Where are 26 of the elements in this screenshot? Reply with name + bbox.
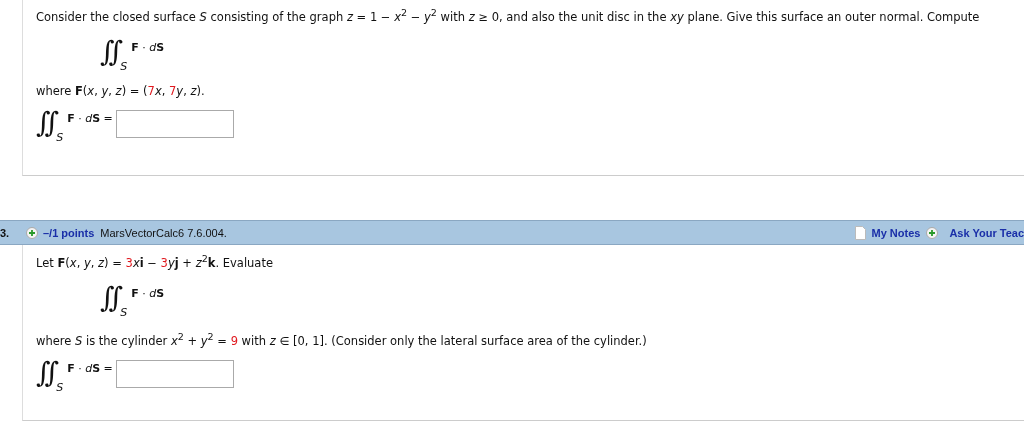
integrand: F · dS xyxy=(131,40,165,54)
plus-icon[interactable] xyxy=(26,226,38,239)
integral-sign: ∫∫ xyxy=(36,354,55,391)
plus-icon[interactable] xyxy=(926,226,939,239)
question-text: Consider the closed surface S consisting of the graph z = 1 − x$^{2}$ − y$^{2}$ with z ≥ 0, and also the unit disc in the xy plane. Give this surface an outer normal. Compute xyxy=(36,6,981,25)
points-link[interactable]: –/1 points xyxy=(43,226,95,239)
integral-sign: ∫∫ xyxy=(100,33,119,70)
integral-domain: S xyxy=(120,59,128,73)
answer-field[interactable] xyxy=(115,109,234,138)
ask-teacher-link[interactable]: Ask Your Teac xyxy=(949,226,1024,239)
answer-field[interactable] xyxy=(115,359,234,388)
question-number: 3. xyxy=(0,226,11,239)
question-text: where S is the cylinder x$^{2}$ + y$^{2}$ = 9 with z ∈ [0, 1]. (Consider only the lateral surface area of the cylinder.) xyxy=(36,329,648,349)
document-icon[interactable] xyxy=(854,225,866,240)
integrand: F · dS = xyxy=(67,111,113,125)
my-notes-link[interactable]: My Notes xyxy=(871,226,921,239)
integral-domain: S xyxy=(120,305,128,319)
question-text: Let F(x, y, z) = 3xi − 3yj + z$^{2}$k. Evaluate xyxy=(36,252,274,271)
integral-domain: S xyxy=(56,130,64,144)
integral-sign: ∫∫ xyxy=(36,104,55,141)
question-text: where F(x, y, z) = (7x, 7y, z). xyxy=(36,82,206,99)
integrand: F · dS = xyxy=(67,361,113,375)
integrand: F · dS xyxy=(131,286,165,300)
question-source: MarsVectorCalc6 7.6.004. xyxy=(100,226,227,239)
integral-domain: S xyxy=(56,380,64,394)
integral-sign: ∫∫ xyxy=(100,279,119,316)
